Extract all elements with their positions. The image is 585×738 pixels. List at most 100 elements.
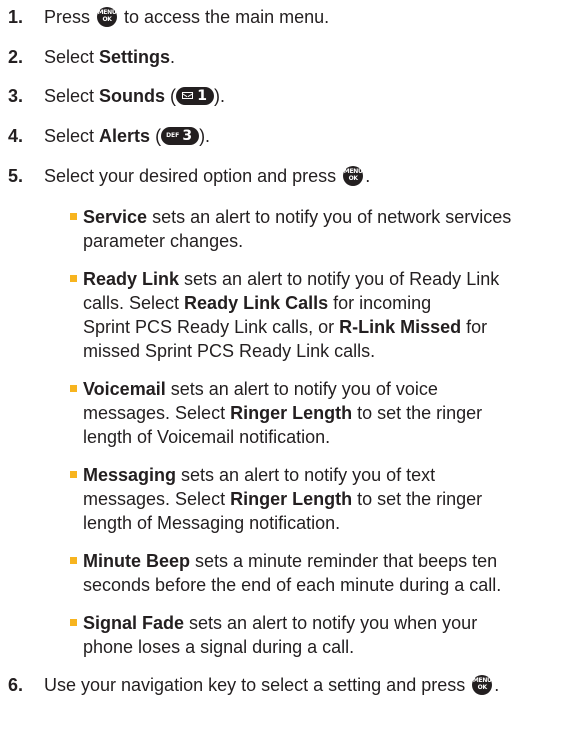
key-number: 1 [197, 88, 208, 104]
step-text-end: ). [214, 86, 226, 106]
setting-name: R-Link Missed [339, 317, 462, 337]
menu-item-name: Alerts [99, 126, 151, 146]
bullet-square-icon [70, 213, 77, 220]
text-line: phone loses a signal during a call. [83, 635, 583, 659]
option-name: Minute Beep [83, 551, 191, 571]
keypad-3-key-icon: DEF 3 [161, 127, 200, 145]
key-label-bottom: OK [477, 684, 487, 691]
step-number: 4. [8, 126, 24, 146]
option-name: Signal Fade [83, 613, 185, 633]
key-number: 3 [182, 128, 193, 144]
text-run: sets an alert to notify you of Ready Lin… [179, 269, 500, 289]
step-text-pre: Select [44, 126, 100, 146]
step-text-post: ( [150, 126, 162, 146]
key-letters: DEF [166, 132, 180, 139]
text-run: Sprint PCS Ready Link calls, or [83, 317, 340, 337]
text-run: messages. Select [83, 403, 231, 423]
step-text: Select Settings. [44, 45, 175, 69]
option-description: Voicemail sets an alert to notify you of… [83, 377, 583, 449]
text-run: length of Voicemail notification. [83, 427, 331, 447]
step-text: Select your desired option and press MEN… [44, 164, 370, 188]
option-description: Service sets an alert to notify you of n… [83, 205, 583, 253]
option-name: Messaging [83, 465, 177, 485]
text-line: Sprint PCS Ready Link calls, or R-Link M… [83, 315, 583, 339]
step-number: 5. [8, 166, 24, 186]
text-run: phone loses a signal during a call. [83, 637, 355, 657]
bullet-square-icon [70, 557, 77, 564]
text-line: Voicemail sets an alert to notify you of… [83, 377, 583, 401]
text-line: parameter changes. [83, 229, 583, 253]
text-line: calls. Select Ready Link Calls for incom… [83, 291, 583, 315]
step-text-end: . [494, 675, 500, 695]
text-line: Service sets an alert to notify you of n… [83, 205, 583, 229]
option-description: Signal Fade sets an alert to notify you … [83, 611, 583, 659]
step-text: Use your navigation key to select a sett… [44, 673, 499, 697]
text-run: to set the ringer [352, 403, 483, 423]
option-name: Service [83, 207, 148, 227]
option-description: Messaging sets an alert to notify you of… [83, 463, 583, 535]
envelope-icon [182, 92, 194, 99]
step-number: 6. [8, 675, 24, 695]
option-name: Ready Link [83, 269, 180, 289]
text-line: messages. Select Ringer Length to set th… [83, 487, 583, 511]
step-text-post: . [170, 47, 176, 67]
text-run: sets a minute reminder that beeps ten [190, 551, 498, 571]
instruction-page: 1. Press MENU OK to access the main menu.… [0, 0, 585, 738]
step-text-pre: Select [44, 86, 100, 106]
step-text: Press MENU OK to access the main menu. [44, 5, 329, 29]
text-line: messages. Select Ringer Length to set th… [83, 401, 583, 425]
key-label-bottom: OK [102, 16, 112, 23]
text-run: messages. Select [83, 489, 231, 509]
setting-name: Ready Link Calls [184, 293, 329, 313]
text-run: parameter changes. [83, 231, 244, 251]
option-description: Minute Beep sets a minute reminder that … [83, 549, 583, 597]
text-run: sets an alert to notify you of voice [165, 379, 438, 399]
menu-ok-key-icon: MENU OK [472, 675, 493, 695]
text-line: seconds before the end of each minute du… [83, 573, 583, 597]
menu-ok-key-icon: MENU OK [343, 166, 364, 186]
text-run: length of Messaging notification. [83, 513, 341, 533]
text-run: sets an alert to notify you of network s… [147, 207, 512, 227]
text-run: seconds before the end of each minute du… [83, 575, 502, 595]
text-run: sets an alert to notify you of text [176, 465, 436, 485]
step-text-pre: Select [44, 47, 100, 67]
step-number: 3. [8, 86, 24, 106]
text-run: to set the ringer [352, 489, 483, 509]
menu-item-name: Settings [99, 47, 171, 67]
step-text-post: to access the main menu. [119, 7, 330, 27]
text-run: for incoming [328, 293, 432, 313]
step-text: Select Alerts (DEF 3). [44, 124, 210, 148]
setting-name: Ringer Length [230, 489, 353, 509]
step-text-pre: Press [44, 7, 96, 27]
step-text-end: ). [199, 126, 211, 146]
text-line: Minute Beep sets a minute reminder that … [83, 549, 583, 573]
menu-ok-key-icon: MENU OK [97, 7, 118, 27]
text-line: Messaging sets an alert to notify you of… [83, 463, 583, 487]
text-run: missed Sprint PCS Ready Link calls. [83, 341, 376, 361]
step-text-post: ( [165, 86, 177, 106]
text-run: for [461, 317, 488, 337]
bullet-square-icon [70, 275, 77, 282]
text-run: calls. Select [83, 293, 185, 313]
menu-item-name: Sounds [99, 86, 166, 106]
step-text-pre: Select your desired option and press [44, 166, 342, 186]
keypad-1-key-icon: 1 [176, 87, 215, 105]
bullet-square-icon [70, 619, 77, 626]
text-line: missed Sprint PCS Ready Link calls. [83, 339, 583, 363]
setting-name: Ringer Length [230, 403, 353, 423]
step-text-pre: Use your navigation key to select a sett… [44, 675, 471, 695]
option-name: Voicemail [83, 379, 166, 399]
step-number: 2. [8, 47, 24, 67]
text-run: sets an alert to notify you when your [184, 613, 478, 633]
text-line: Ready Link sets an alert to notify you o… [83, 267, 583, 291]
key-label-bottom: OK [348, 175, 358, 182]
option-description: Ready Link sets an alert to notify you o… [83, 267, 583, 363]
bullet-square-icon [70, 385, 77, 392]
step-number: 1. [8, 7, 24, 27]
step-text-end: . [365, 166, 371, 186]
text-line: Signal Fade sets an alert to notify you … [83, 611, 583, 635]
bullet-square-icon [70, 471, 77, 478]
text-line: length of Voicemail notification. [83, 425, 583, 449]
text-line: length of Messaging notification. [83, 511, 583, 535]
step-text: Select Sounds (1). [44, 84, 225, 108]
